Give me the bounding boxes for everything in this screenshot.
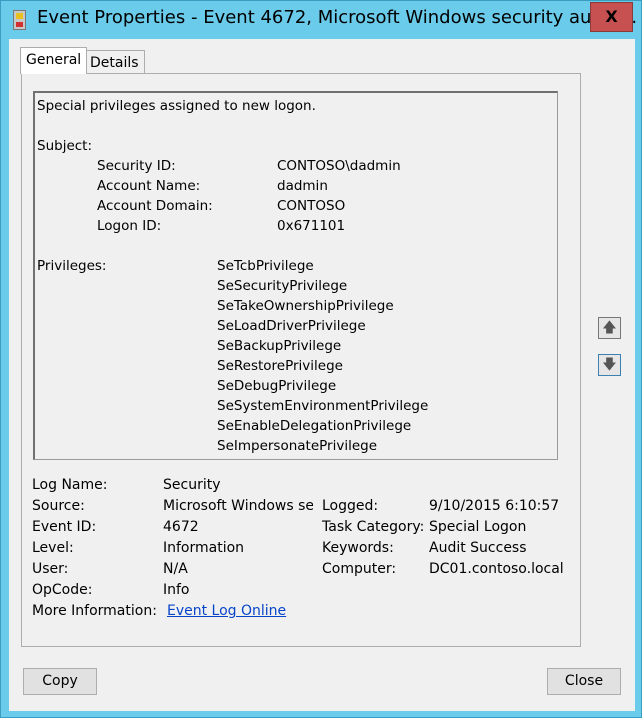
log-name-value: Security — [163, 477, 221, 493]
log-name-label: Log Name: — [32, 477, 108, 493]
subject-field-label: Security ID: — [97, 158, 176, 174]
subject-field-label: Logon ID: — [97, 218, 162, 234]
level-label: Level: — [32, 540, 74, 556]
next-event-button[interactable]: 🡇 — [598, 354, 621, 376]
privilege-item: SeTakeOwnershipPrivilege — [217, 298, 394, 314]
dialog-client: General Details Special privileges assig… — [9, 39, 635, 711]
computer-value: DC01.contoso.local — [429, 561, 564, 577]
copy-button[interactable]: Copy — [23, 668, 97, 695]
subject-field-value: CONTOSO\dadmin — [277, 158, 401, 174]
previous-event-button[interactable]: 🡅 — [598, 317, 621, 339]
user-label: User: — [32, 561, 69, 577]
arrow-down-icon: 🡇 — [602, 357, 617, 373]
subject-field-value: 0x671101 — [277, 218, 346, 234]
privilege-item: SeImpersonatePrivilege — [217, 438, 378, 454]
keywords-value: Audit Success — [429, 540, 527, 556]
tab-details[interactable]: Details — [84, 50, 145, 73]
logged-label: Logged: — [322, 498, 379, 514]
opcode-value: Info — [163, 582, 190, 598]
task-category-label: Task Category: — [322, 519, 425, 535]
event-id-value: 4672 — [163, 519, 199, 535]
message-summary: Special privileges assigned to new logon… — [37, 98, 316, 114]
privilege-item: SeEnableDelegationPrivilege — [217, 418, 412, 434]
event-log-online-link[interactable]: Event Log Online — [167, 603, 286, 619]
close-button[interactable]: Close — [547, 668, 621, 695]
window-title: Event Properties - Event 4672, Microsoft… — [37, 7, 638, 28]
privilege-item: SeBackupPrivilege — [217, 338, 342, 354]
privilege-item: SeSecurityPrivilege — [217, 278, 348, 294]
subject-field-value: dadmin — [277, 178, 328, 194]
event-viewer-icon — [13, 10, 26, 30]
level-value: Information — [163, 540, 245, 556]
user-value: N/A — [163, 561, 188, 577]
tab-general[interactable]: General — [20, 47, 88, 74]
task-category-value: Special Logon — [429, 519, 527, 535]
privilege-item: SeSystemEnvironmentPrivilege — [217, 398, 429, 414]
opcode-label: OpCode: — [32, 582, 93, 598]
privilege-item: SeLoadDriverPrivilege — [217, 318, 366, 334]
event-properties-window: Event Properties - Event 4672, Microsoft… — [0, 0, 642, 718]
source-label: Source: — [32, 498, 85, 514]
more-information-label: More Information: — [32, 603, 157, 619]
subject-field-label: Account Domain: — [97, 198, 213, 214]
privilege-item: SeRestorePrivilege — [217, 358, 343, 374]
privilege-item: SeTcbPrivilege — [217, 258, 314, 274]
privilege-item: SeDebugPrivilege — [217, 378, 337, 394]
subject-field-label: Account Name: — [97, 178, 201, 194]
logged-value: 9/10/2015 6:10:57 PI — [429, 498, 564, 514]
event-message-box[interactable]: Special privileges assigned to new logon… — [33, 91, 558, 460]
source-value: Microsoft Windows sec — [163, 498, 313, 514]
close-window-button[interactable]: X — [590, 2, 633, 32]
subject-field-value: CONTOSO — [277, 198, 346, 214]
computer-label: Computer: — [322, 561, 397, 577]
arrow-up-icon: 🡅 — [602, 320, 617, 336]
keywords-label: Keywords: — [322, 540, 394, 556]
event-id-label: Event ID: — [32, 519, 97, 535]
privileges-label: Privileges: — [37, 258, 107, 274]
subject-label: Subject: — [37, 138, 93, 154]
